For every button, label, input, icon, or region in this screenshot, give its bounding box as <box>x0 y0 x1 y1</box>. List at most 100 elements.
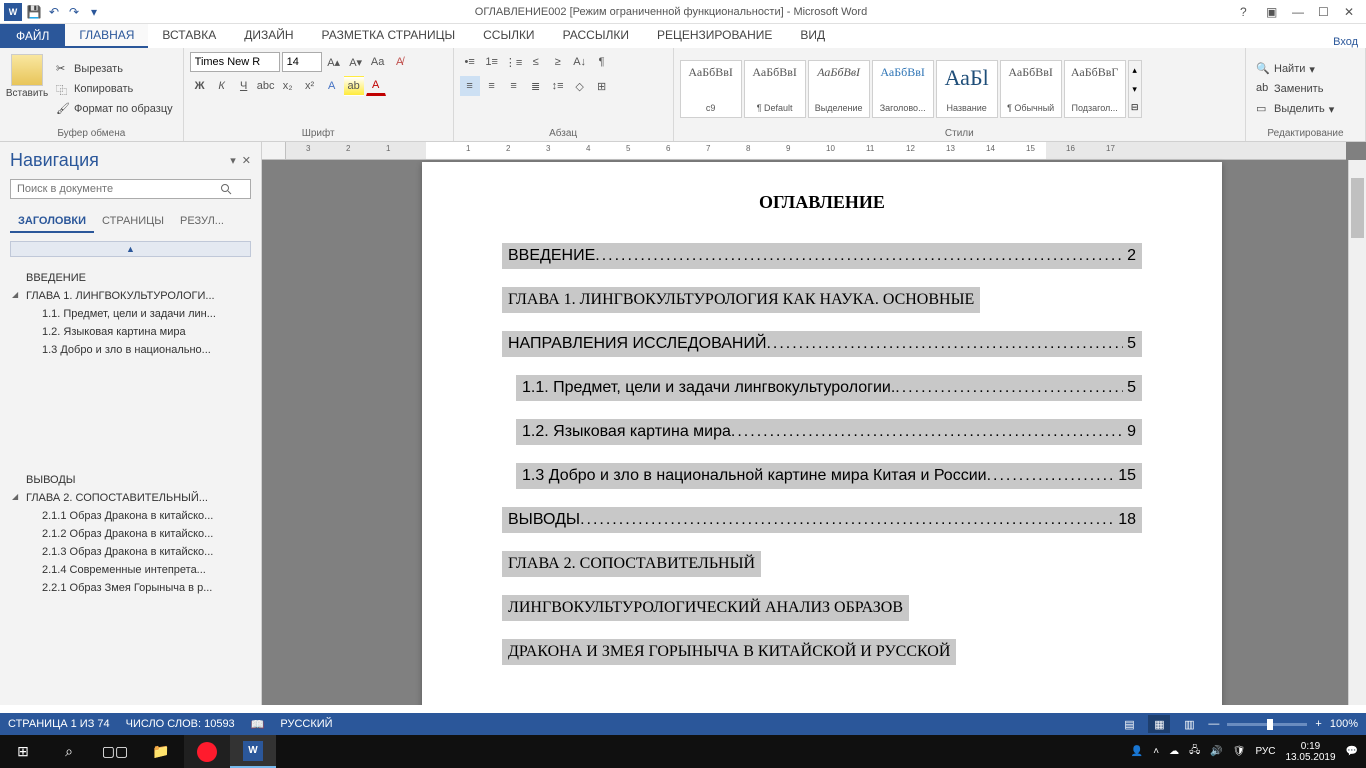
status-page[interactable]: СТРАНИЦА 1 ИЗ 74 <box>8 718 110 731</box>
taskview-button[interactable]: ▢▢ <box>92 735 138 768</box>
style-item[interactable]: АаБбВвІВыделение <box>808 60 870 118</box>
opera-button[interactable] <box>184 735 230 768</box>
tab-layout[interactable]: РАЗМЕТКА СТРАНИЦЫ <box>308 24 470 48</box>
explorer-button[interactable]: 📁 <box>138 735 184 768</box>
tab-insert[interactable]: ВСТАВКА <box>148 24 230 48</box>
view-print-icon[interactable]: ▦ <box>1148 715 1170 733</box>
multilevel-icon[interactable]: ⋮≡ <box>504 52 524 72</box>
view-web-icon[interactable]: ▥ <box>1178 715 1200 733</box>
status-language[interactable]: РУССКИЙ <box>280 718 332 731</box>
line-spacing-icon[interactable]: ↕≡ <box>548 76 568 96</box>
text-effects-icon[interactable]: A <box>322 76 342 96</box>
underline-icon[interactable]: Ч <box>234 76 254 96</box>
close-icon[interactable]: ✕ <box>1344 5 1358 19</box>
signin-link[interactable]: Вход <box>1333 36 1366 48</box>
align-left-icon[interactable]: ≡ <box>460 76 480 96</box>
change-case-icon[interactable]: Aa <box>368 52 388 72</box>
copy-button[interactable]: ⿻Копировать <box>52 80 177 98</box>
select-button[interactable]: ▭Выделить ▾ <box>1252 100 1338 118</box>
tab-home[interactable]: ГЛАВНАЯ <box>65 24 148 48</box>
nav-close-icon[interactable]: ✕ <box>242 154 251 167</box>
nav-tab-results[interactable]: РЕЗУЛ... <box>172 211 232 233</box>
align-right-icon[interactable]: ≡ <box>504 76 524 96</box>
find-button[interactable]: 🔍Найти ▾ <box>1252 60 1338 78</box>
help-icon[interactable]: ? <box>1240 5 1254 19</box>
file-tab[interactable]: ФАЙЛ <box>0 24 65 48</box>
zoom-in-icon[interactable]: + <box>1315 718 1321 730</box>
qat-customize-icon[interactable]: ▾ <box>86 4 102 20</box>
tab-view[interactable]: ВИД <box>786 24 839 48</box>
word-taskbar-button[interactable]: W <box>230 735 276 768</box>
clear-formatting-icon[interactable]: A̸ <box>390 52 410 72</box>
nav-search-input[interactable] <box>10 179 251 199</box>
zoom-level[interactable]: 100% <box>1330 718 1358 730</box>
view-read-icon[interactable]: ▤ <box>1118 715 1140 733</box>
search-button[interactable]: ⌕ <box>46 735 92 768</box>
tray-chevron-icon[interactable]: ˄ <box>1153 746 1159 757</box>
vertical-scrollbar[interactable] <box>1348 160 1366 705</box>
status-words[interactable]: ЧИСЛО СЛОВ: 10593 <box>126 718 235 731</box>
zoom-out-icon[interactable]: — <box>1208 718 1219 730</box>
style-gallery[interactable]: АаБбВвІс9АаБбВвІ¶ DefaultАаБбВвІВыделени… <box>680 52 1142 126</box>
format-painter-button[interactable]: 🖌Формат по образцу <box>52 100 177 118</box>
style-item[interactable]: АаБlНазвание <box>936 60 998 118</box>
numbering-icon[interactable]: 1≡ <box>482 52 502 72</box>
ribbon-display-icon[interactable]: ▣ <box>1266 5 1280 19</box>
tab-references[interactable]: ССЫЛКИ <box>469 24 548 48</box>
justify-icon[interactable]: ≣ <box>526 76 546 96</box>
tab-design[interactable]: ДИЗАЙН <box>230 24 307 48</box>
tray-network-icon[interactable]: 🖧 <box>1189 743 1200 760</box>
superscript-icon[interactable]: x² <box>300 76 320 96</box>
italic-icon[interactable]: К <box>212 76 232 96</box>
nav-heading-item[interactable]: ВВЕДЕНИЕ <box>10 269 251 287</box>
tray-notifications-icon[interactable]: 💬 <box>1346 746 1358 757</box>
minimize-icon[interactable]: — <box>1292 5 1306 19</box>
bold-icon[interactable]: Ж <box>190 76 210 96</box>
tray-volume-icon[interactable]: 🔊 <box>1210 746 1222 757</box>
bullets-icon[interactable]: •≡ <box>460 52 480 72</box>
shrink-font-icon[interactable]: A▾ <box>346 52 366 72</box>
start-button[interactable]: ⊞ <box>0 735 46 768</box>
tab-review[interactable]: РЕЦЕНЗИРОВАНИЕ <box>643 24 786 48</box>
tray-people-icon[interactable]: 👤 <box>1131 746 1143 757</box>
document-page[interactable]: ОГЛАВЛЕНИЕ ВВЕДЕНИЕ.....................… <box>422 162 1222 705</box>
tray-defender-icon[interactable]: 🛡 <box>1233 746 1246 757</box>
status-proofing-icon[interactable]: 📖 <box>251 718 265 731</box>
font-name-combo[interactable] <box>190 52 280 72</box>
subscript-icon[interactable]: x₂ <box>278 76 298 96</box>
maximize-icon[interactable]: ☐ <box>1318 5 1332 19</box>
increase-indent-icon[interactable]: ≥ <box>548 52 568 72</box>
nav-heading-item[interactable]: 1.1. Предмет, цели и задачи лин... <box>10 305 251 323</box>
nav-heading-item[interactable]: ГЛАВА 1. ЛИНГВОКУЛЬТУРОЛОГИ... <box>10 287 251 305</box>
paste-button[interactable]: Вставить <box>6 52 48 126</box>
borders-icon[interactable]: ⊞ <box>592 76 612 96</box>
style-item[interactable]: АаБбВвІс9 <box>680 60 742 118</box>
shading-icon[interactable]: ◇ <box>570 76 590 96</box>
nav-heading-item[interactable]: 1.3 Добро и зло в национально... <box>10 341 251 359</box>
nav-heading-item[interactable]: ВЫВОДЫ <box>10 471 251 489</box>
nav-heading-item[interactable]: 1.2. Языковая картина мира <box>10 323 251 341</box>
scrollbar-thumb[interactable] <box>1351 178 1364 238</box>
tray-language[interactable]: РУС <box>1255 746 1275 757</box>
font-size-combo[interactable] <box>282 52 322 72</box>
highlight-icon[interactable]: ab <box>344 76 364 96</box>
tray-onedrive-icon[interactable]: ☁ <box>1169 746 1179 757</box>
style-item[interactable]: АаБбВвІ¶ Default <box>744 60 806 118</box>
replace-button[interactable]: abЗаменить <box>1252 80 1338 98</box>
style-gallery-more[interactable]: ▴▾⊟ <box>1128 60 1142 118</box>
nav-dropdown-icon[interactable]: ▾ <box>230 154 236 167</box>
nav-heading-item[interactable]: 2.2.1 Образ Змея Горыныча в р... <box>10 579 251 597</box>
nav-heading-item[interactable]: 2.1.2 Образ Дракона в китайско... <box>10 525 251 543</box>
sort-icon[interactable]: A↓ <box>570 52 590 72</box>
style-item[interactable]: АаБбВвІ¶ Обычный <box>1000 60 1062 118</box>
font-color-icon[interactable]: A <box>366 76 386 96</box>
nav-collapse-bar[interactable]: ▲ <box>10 241 251 257</box>
undo-icon[interactable]: ↶ <box>46 4 62 20</box>
zoom-slider[interactable] <box>1227 723 1307 726</box>
nav-heading-item[interactable]: ГЛАВА 2. СОПОСТАВИТЕЛЬНЫЙ... <box>10 489 251 507</box>
style-item[interactable]: АаБбВвГПодзагол... <box>1064 60 1126 118</box>
save-icon[interactable]: 💾 <box>26 4 42 20</box>
strike-icon[interactable]: abc <box>256 76 276 96</box>
nav-heading-item[interactable]: 2.1.4 Современные интепрета... <box>10 561 251 579</box>
align-center-icon[interactable]: ≡ <box>482 76 502 96</box>
